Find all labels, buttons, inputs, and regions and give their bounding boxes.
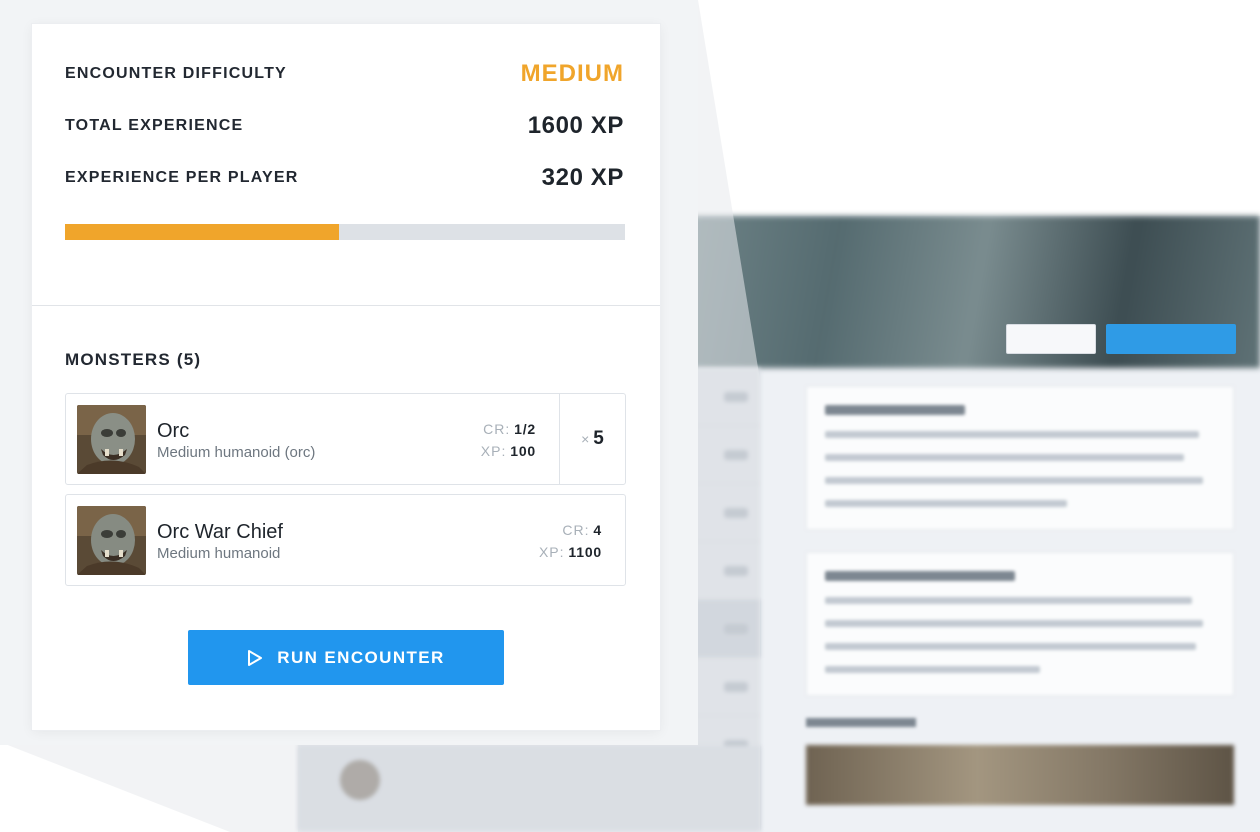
monster-card-orc[interactable]: Orc Medium humanoid (orc) CR: 1/2 XP: 10… <box>65 393 626 485</box>
encounter-summary: ENCOUNTER DIFFICULTY MEDIUM TOTAL EXPERI… <box>32 24 660 306</box>
cr-value: 4 <box>593 522 602 538</box>
screen: ENCOUNTER DIFFICULTY MEDIUM TOTAL EXPERI… <box>0 0 1260 832</box>
quantity-value: 5 <box>593 428 604 449</box>
cr-value: 1/2 <box>514 421 536 437</box>
background-attachments-title <box>806 718 916 727</box>
monster-quantity[interactable]: × 5 <box>559 394 625 484</box>
background-list-row <box>298 746 760 830</box>
cr-label: CR: <box>483 421 511 437</box>
difficulty-progress-fill <box>65 224 340 240</box>
monster-stats: CR: 4 XP: 1100 <box>539 519 602 563</box>
monster-type: Medium humanoid <box>157 545 281 562</box>
run-encounter-label: RUN ENCOUNTER <box>277 647 445 667</box>
monster-name: Orc War Chief <box>157 521 283 543</box>
monster-stats: CR: 1/2 XP: 100 <box>481 418 536 462</box>
experience-per-player-label: EXPERIENCE PER PLAYER <box>65 169 299 186</box>
play-icon <box>248 649 263 666</box>
background-edit-button <box>1006 324 1096 354</box>
multiply-icon: × <box>581 431 590 447</box>
background-attachment-image <box>806 745 1234 805</box>
difficulty-row: ENCOUNTER DIFFICULTY MEDIUM <box>65 60 624 88</box>
monsters-title: MONSTERS (5) <box>65 350 202 369</box>
run-encounter-button[interactable]: RUN ENCOUNTER <box>188 630 504 685</box>
total-experience-row: TOTAL EXPERIENCE 1600 XP <box>65 112 624 140</box>
monster-card-orc-war-chief[interactable]: Orc War Chief Medium humanoid CR: 4 XP: … <box>65 494 626 586</box>
xp-value: 100 <box>510 443 536 459</box>
difficulty-progress-bar <box>65 224 625 240</box>
xp-label: XP: <box>538 544 565 560</box>
background-avatar <box>340 760 380 800</box>
background-action-button <box>1106 324 1236 354</box>
experience-per-player-value: 320 XP <box>541 164 624 191</box>
experience-per-player-row: EXPERIENCE PER PLAYER 320 XP <box>65 164 624 192</box>
total-experience-value: 1600 XP <box>527 112 624 139</box>
orc-portrait <box>77 405 146 474</box>
background-detail-column <box>806 386 1234 805</box>
cr-label: CR: <box>562 522 590 538</box>
xp-value: 1100 <box>568 544 602 560</box>
encounter-panel: ENCOUNTER DIFFICULTY MEDIUM TOTAL EXPERI… <box>32 24 660 730</box>
xp-label: XP: <box>480 443 507 459</box>
monster-type: Medium humanoid (orc) <box>157 444 316 461</box>
monster-name: Orc <box>157 420 190 442</box>
background-description-card <box>806 552 1234 696</box>
difficulty-value: MEDIUM <box>520 60 624 87</box>
difficulty-label: ENCOUNTER DIFFICULTY <box>65 65 287 82</box>
total-experience-label: TOTAL EXPERIENCE <box>65 117 244 134</box>
background-summary-card <box>806 386 1234 530</box>
orc-war-chief-portrait <box>77 506 146 575</box>
